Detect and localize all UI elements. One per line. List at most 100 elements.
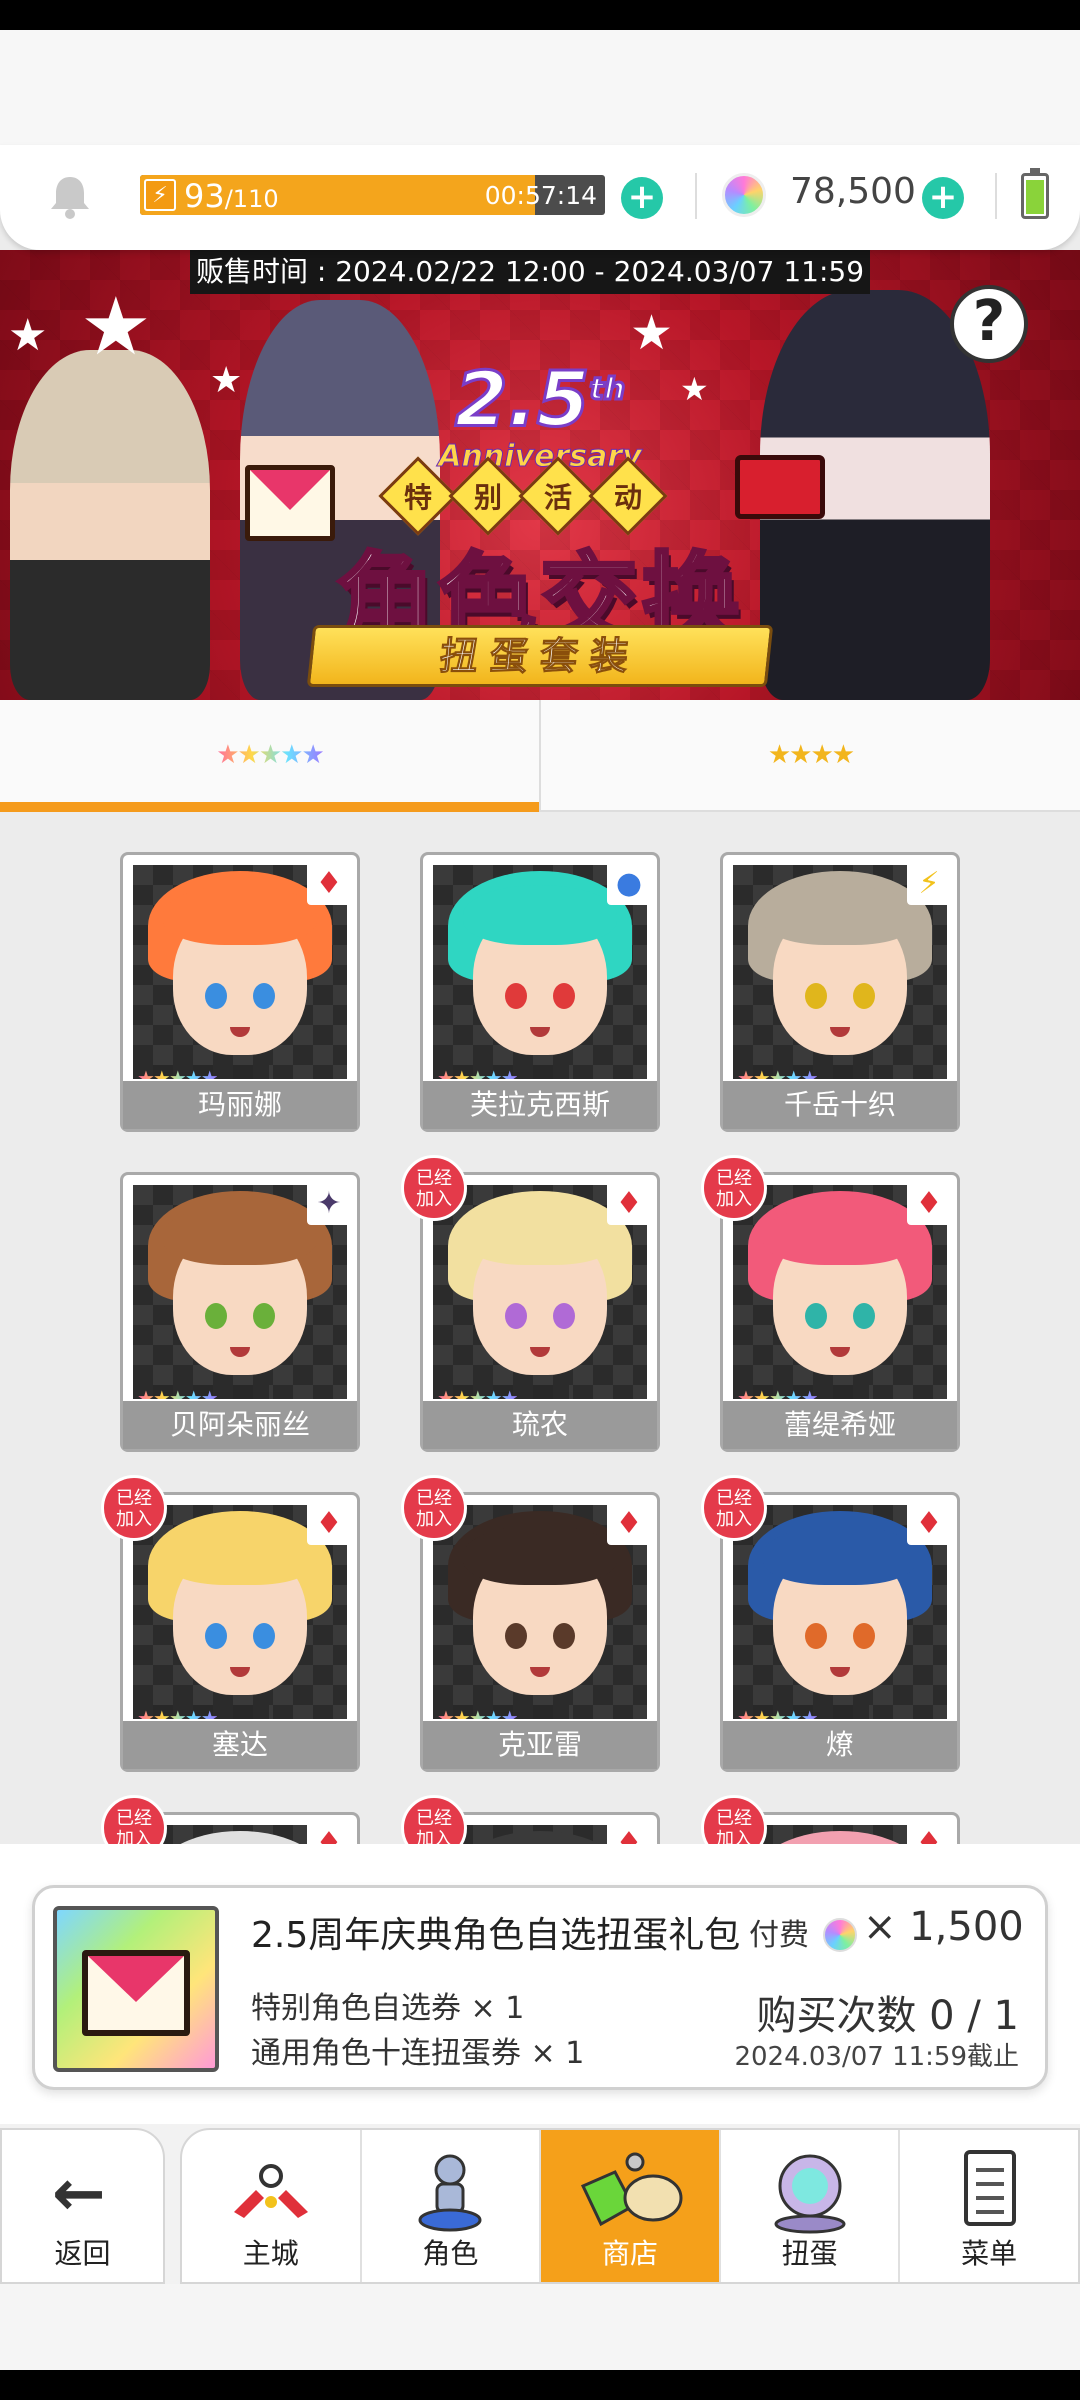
top-spacer	[0, 30, 1080, 145]
joined-label: 加入	[416, 1829, 452, 1844]
character-name: 琉农	[423, 1401, 657, 1449]
nav-item-shop[interactable]: 商店	[539, 2130, 719, 2282]
battery-icon	[1021, 168, 1049, 219]
tab-5-star[interactable]: ★★★★★	[0, 700, 539, 812]
element-icon: ●	[607, 861, 651, 905]
nav-item-character[interactable]: 角色	[359, 2130, 540, 2282]
character-art-left	[10, 350, 210, 700]
element-icon: ♦	[607, 1181, 651, 1225]
joined-label: 加入	[416, 1189, 452, 1210]
anniversary-logo: 2.5th Anniversary	[438, 354, 642, 475]
package-price: × 1,500	[863, 1904, 1024, 1950]
lightning-icon: ⚡	[144, 179, 176, 211]
rarity-stars: ★★★★★	[133, 1385, 269, 1399]
rarity-stars: ★★★★★	[733, 1385, 869, 1399]
joined-label: 已经	[116, 1488, 152, 1509]
joined-badge: 已经 加入	[101, 1795, 167, 1844]
rarity-stars: ★★★★★	[433, 1065, 569, 1079]
divider	[695, 173, 697, 219]
joined-badge: 已经 加入	[701, 1155, 767, 1221]
rarity-stars: ★★★★★	[133, 1065, 269, 1079]
stamina-timer: 00:57:14	[484, 181, 597, 210]
tab-4-star[interactable]: ★★★★	[539, 700, 1080, 810]
package-title: 2.5周年庆典角色自选扭蛋礼包	[251, 1915, 741, 1956]
rarity-stars: ★★★★★	[433, 1385, 569, 1399]
element-icon: ✦	[307, 1181, 351, 1225]
price-label: 付费	[749, 1918, 809, 1953]
character-card[interactable]: ★★★★★ ✦ 贝阿朵丽丝	[120, 1172, 360, 1452]
character-card[interactable]: ★★★★★ ♦ 蕾缇希娅 已经 加入	[701, 1155, 960, 1452]
castle-icon	[226, 2142, 316, 2238]
joined-label: 已经	[716, 1168, 752, 1189]
character-card[interactable]: ♦ 已经 加入	[101, 1795, 360, 1844]
joined-badge: 已经 加入	[401, 1795, 467, 1844]
star-icon: ★	[680, 370, 709, 408]
joined-badge: 已经 加入	[101, 1475, 167, 1541]
rarity-stars: ★★★★★	[733, 1065, 869, 1079]
back-button[interactable]: ← 返回	[0, 2128, 165, 2284]
star-icon: ★	[8, 310, 48, 361]
rarity-stars: ★★★★★	[733, 1705, 869, 1719]
menu-icon	[944, 2142, 1034, 2238]
nav-spacer	[0, 2284, 1080, 2370]
element-icon: ♦	[607, 1501, 651, 1545]
resource-header: ⚡ 93/110 00:57:14 + 78,500 +	[0, 145, 1080, 250]
stamina-bar: ⚡ 93/110 00:57:14	[140, 175, 605, 215]
joined-label: 加入	[116, 1829, 152, 1844]
element-icon: ⚡	[907, 861, 951, 905]
divider	[995, 173, 997, 219]
character-card[interactable]: ★★★★★ ♦ 塞达 已经 加入	[101, 1475, 360, 1772]
package-item: 通用角色十连扭蛋券 × 1	[251, 2036, 585, 2071]
joined-badge: 已经 加入	[701, 1795, 767, 1844]
character-icon	[405, 2142, 495, 2238]
joined-badge: 已经 加入	[701, 1475, 767, 1541]
character-card[interactable]: ★★★★★ ♦ 燎 已经 加入	[701, 1475, 960, 1772]
joined-label: 已经	[416, 1488, 452, 1509]
gem-icon	[823, 1918, 857, 1952]
character-card[interactable]: ★★★★★ ⚡ 千岳十织	[720, 852, 960, 1132]
nav-items: 主城 角色 商店 扭蛋 菜单	[180, 2128, 1080, 2284]
character-card[interactable]: ♦ 已经 加入	[701, 1795, 960, 1844]
rarity-tabs: ★★★★★ ★★★★	[0, 700, 1080, 812]
system-bar	[0, 2370, 1080, 2400]
nav-item-main-city[interactable]: 主城	[182, 2130, 360, 2282]
joined-badge: 已经 加入	[401, 1155, 467, 1221]
nav-item-gacha[interactable]: 扭蛋	[718, 2130, 899, 2282]
element-icon: ♦	[607, 1821, 651, 1844]
bell-icon[interactable]	[48, 173, 92, 219]
help-button[interactable]: ?	[950, 285, 1028, 363]
character-card[interactable]: ★★★★★ ♦ 克亚雷 已经 加入	[401, 1475, 660, 1772]
character-name: 蕾缇希娅	[723, 1401, 957, 1449]
nav-item-menu[interactable]: 菜单	[898, 2130, 1078, 2282]
event-banner[interactable]: 贩售时间 : 2024.02/22 12:00 - 2024.03/07 11:…	[0, 250, 1080, 700]
purchase-count: 购买次数 0 / 1	[756, 1993, 1019, 2039]
package-card[interactable]: 2.5周年庆典角色自选扭蛋礼包 付费 × 1,500 特别角色自选券 × 1 通…	[32, 1885, 1048, 2090]
star-icon: ★	[210, 360, 243, 401]
event-tags: 特 别 活 动	[378, 456, 668, 536]
element-icon: ♦	[307, 861, 351, 905]
joined-label: 加入	[716, 1509, 752, 1530]
joined-label: 已经	[416, 1808, 452, 1829]
character-name: 塞达	[123, 1721, 357, 1769]
bottom-navigation: ← 返回 主城 角色 商店 扭蛋 菜单	[0, 2124, 1080, 2370]
element-icon: ♦	[307, 1501, 351, 1545]
package-item: 特别角色自选券 × 1	[251, 1991, 525, 2026]
character-card[interactable]: ★★★★★ ♦ 玛丽娜	[120, 852, 360, 1132]
add-gems-button[interactable]: +	[922, 177, 964, 219]
add-stamina-button[interactable]: +	[621, 177, 663, 219]
deadline: 2024.03/07 11:59截止	[734, 2042, 1019, 2072]
gem-count: 78,500	[790, 171, 916, 212]
character-card[interactable]: ★★★★★ ♦ 琉农 已经 加入	[401, 1155, 660, 1452]
stamina-value: 93/110	[184, 177, 279, 215]
ticket-icon	[735, 455, 825, 519]
arrow-left-icon: ←	[52, 2157, 106, 2231]
joined-label: 已经	[116, 1808, 152, 1829]
character-name: 千岳十织	[723, 1081, 957, 1129]
character-card[interactable]: ♦ 已经 加入	[401, 1795, 660, 1844]
element-icon: ♦	[907, 1501, 951, 1545]
back-label: 返回	[54, 2237, 111, 2270]
character-card[interactable]: ★★★★★ ● 芙拉克西斯	[420, 852, 660, 1132]
joined-label: 已经	[716, 1488, 752, 1509]
element-icon: ♦	[907, 1821, 951, 1844]
character-name: 贝阿朵丽丝	[123, 1401, 357, 1449]
